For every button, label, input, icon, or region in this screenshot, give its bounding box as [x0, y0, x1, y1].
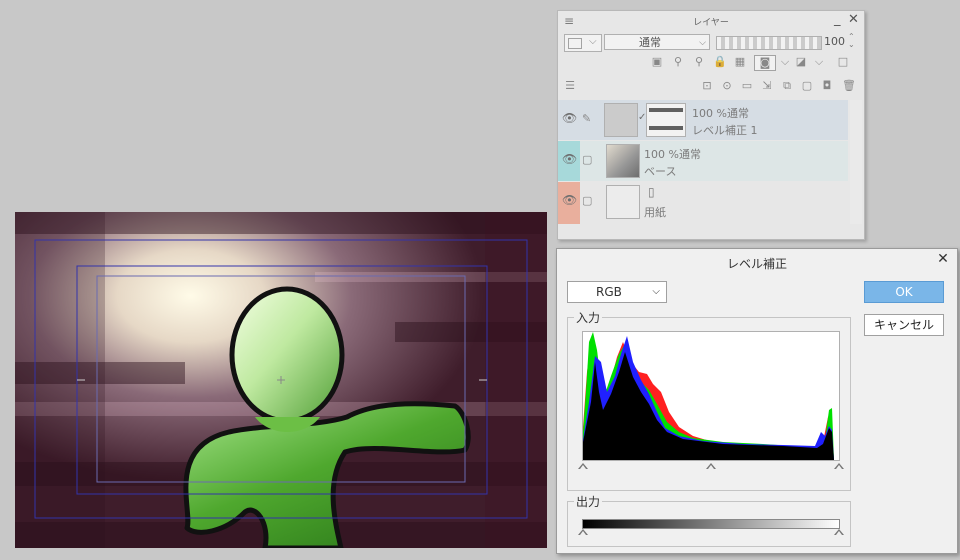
layer-mask-thumbnail[interactable]	[646, 103, 686, 137]
layer-panel-titlebar[interactable]: ≡ レイヤー _ ✕	[558, 11, 864, 31]
histogram	[582, 331, 840, 461]
layer-toolbar-bottom: ☰ ⊡ ⊙ ▭ ⇲ ⧉ ▢ ◘ 🗑	[558, 79, 864, 97]
new-folder-icon[interactable]: ▭	[740, 79, 754, 93]
palette-color-icon[interactable]: □	[836, 55, 850, 69]
draft-icon[interactable]: ⚲	[692, 55, 706, 69]
close-icon[interactable]: ✕	[848, 12, 859, 27]
output-black-handle[interactable]	[578, 529, 588, 535]
mask-dropdown-icon[interactable]: ◙	[754, 55, 776, 71]
new-raster-layer-icon[interactable]: ⊡	[700, 79, 714, 93]
apply-mask-icon[interactable]: ◘	[820, 79, 834, 93]
layer-opacity-blend: 100 %通常	[692, 107, 749, 120]
layer-thumbnail	[606, 185, 640, 219]
eye-icon: 👁	[562, 152, 578, 166]
layer-thumbnail	[604, 103, 638, 137]
chevron-down-icon: ⌵	[652, 286, 660, 297]
input-group: 入力	[567, 309, 851, 491]
channel-value: RGB	[596, 285, 622, 299]
visibility-toggle[interactable]: 👁	[558, 182, 580, 224]
lock-toggle[interactable]: ▢	[582, 194, 594, 207]
opacity-slider[interactable]	[716, 36, 822, 50]
layer-name: レベル補正 1	[692, 124, 758, 137]
output-gradient-bar	[582, 519, 840, 529]
input-label: 入力	[574, 309, 603, 326]
blend-mode-value: 通常	[639, 36, 661, 49]
layer-toolbar-top: ▣ ⚲ ⚲ 🔒 ▦ ◙ ⌵ ◪ ⌵ □	[558, 55, 864, 73]
lock-transparent-icon[interactable]: ▦	[733, 55, 747, 69]
cancel-button[interactable]: キャンセル	[864, 314, 944, 336]
level-correction-dialog: レベル補正 ✕ RGB ⌵ OK キャンセル 入力 出力	[556, 248, 958, 554]
histogram-black	[583, 352, 834, 460]
clip-icon[interactable]: ▣	[650, 55, 664, 69]
layer-row-paper[interactable]: 👁 ▢ ▯ 用紙	[558, 182, 848, 224]
ok-button[interactable]: OK	[864, 281, 944, 303]
minimize-icon[interactable]: _	[834, 12, 841, 27]
layer-panel-title: レイヤー	[693, 18, 729, 28]
eye-icon: 👁	[562, 111, 578, 125]
layer-opacity-blend: 100 %通常	[644, 148, 701, 161]
visibility-toggle[interactable]: 👁	[558, 100, 580, 140]
ruler-icon[interactable]: ◪	[794, 55, 808, 69]
layer-panel: ≡ レイヤー _ ✕ ⌵ 通常 ⌵ 100 ⌃ ⌄ ▣ ⚲ ⚲ 🔒 ▦ ◙ ⌵ ◪ …	[557, 10, 865, 240]
input-white-point-handle[interactable]	[834, 463, 844, 469]
combine-layer-icon[interactable]: ⧉	[780, 79, 794, 93]
new-vector-layer-icon[interactable]: ⊙	[720, 79, 734, 93]
lock-toggle[interactable]: ▢	[582, 153, 594, 166]
output-group: 出力	[567, 493, 851, 547]
channel-select[interactable]: RGB ⌵	[567, 281, 667, 303]
blend-mode-dropdown[interactable]: 通常 ⌵	[604, 34, 710, 50]
layer-row-level-correction[interactable]: 👁 ✎ ✓ 100 %通常 レベル補正 1	[558, 100, 848, 140]
layer-row-base[interactable]: 👁 ▢ 100 %通常 ベース	[558, 141, 848, 181]
visibility-toggle[interactable]: 👁	[558, 141, 580, 181]
layer-color-dropdown[interactable]: ⌵	[564, 34, 602, 52]
pen-icon[interactable]: ✎	[582, 112, 594, 125]
dialog-title: レベル補正	[726, 257, 787, 271]
input-gamma-handle[interactable]	[706, 463, 716, 469]
close-icon[interactable]: ✕	[935, 251, 951, 267]
create-mask-icon[interactable]: ▢	[800, 79, 814, 93]
chevron-down-icon[interactable]: ⌵	[778, 55, 792, 69]
reference-icon[interactable]: ⚲	[671, 55, 685, 69]
lock-icon[interactable]: 🔒	[713, 55, 727, 69]
paper-icon: ▯	[648, 185, 655, 199]
histogram-graph	[583, 332, 834, 460]
opacity-value[interactable]: 100	[824, 35, 845, 48]
layer-name: ベース	[644, 165, 677, 178]
eye-icon: 👁	[562, 193, 578, 207]
drawing-canvas[interactable]	[15, 212, 547, 548]
output-white-handle[interactable]	[834, 529, 844, 535]
opacity-spinner-icon[interactable]: ⌃ ⌄	[848, 33, 855, 49]
chevron-down-icon-2[interactable]: ⌵	[812, 55, 826, 69]
layer-thumbnail	[606, 144, 640, 178]
trash-icon[interactable]: 🗑	[842, 79, 856, 93]
input-black-point-handle[interactable]	[578, 463, 588, 469]
output-label: 出力	[574, 493, 603, 510]
canvas-artwork	[15, 212, 547, 548]
transfer-down-icon[interactable]: ⇲	[760, 79, 774, 93]
layer-property-icon[interactable]: ☰	[563, 79, 577, 93]
layer-name: 用紙	[644, 206, 666, 219]
layer-scrollbar[interactable]	[850, 100, 862, 224]
